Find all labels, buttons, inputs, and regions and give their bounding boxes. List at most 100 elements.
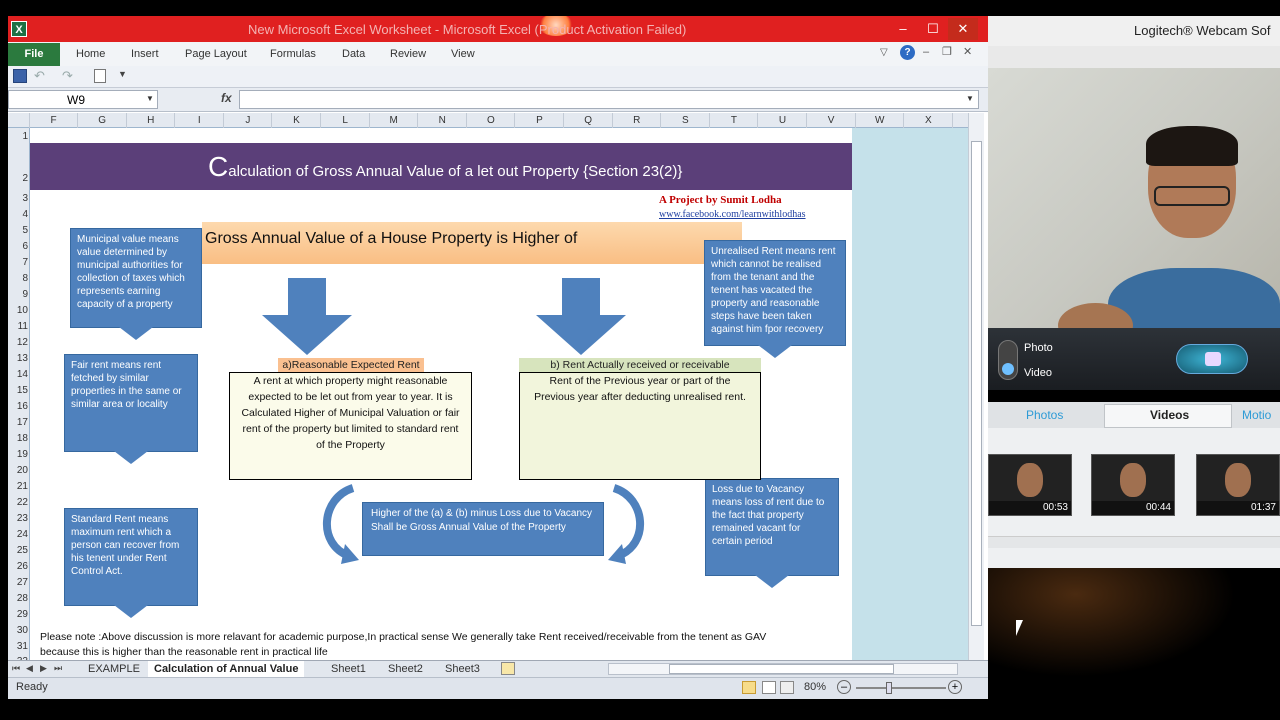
column-header[interactable]: F xyxy=(30,113,78,128)
row-header[interactable]: 27 xyxy=(8,577,28,588)
callout-fair-rent[interactable]: Fair rent means rent fetched by similar … xyxy=(64,354,198,464)
worksheet-grid[interactable]: Calculation of Gross Annual Value of a l… xyxy=(30,128,968,660)
column-header[interactable]: O xyxy=(467,113,516,128)
row-header[interactable]: 11 xyxy=(8,321,28,332)
curved-arrow-right[interactable] xyxy=(606,484,652,566)
tab-file[interactable]: File xyxy=(8,43,60,66)
photo-video-toggle[interactable] xyxy=(998,340,1018,380)
column-header[interactable]: M xyxy=(370,113,419,128)
row-header[interactable]: 30 xyxy=(8,625,28,636)
thumbnail-scrollbar[interactable] xyxy=(988,536,1280,548)
zoom-level[interactable]: 80% xyxy=(804,681,826,693)
row-header[interactable]: 8 xyxy=(8,273,28,284)
row-header[interactable]: 16 xyxy=(8,401,28,412)
row-header[interactable]: 14 xyxy=(8,369,28,380)
column-header[interactable]: L xyxy=(322,113,370,128)
tab-videos[interactable]: Videos xyxy=(1150,408,1189,422)
tab-view[interactable]: View xyxy=(451,48,475,60)
row-header[interactable]: 2 xyxy=(8,173,28,184)
insert-function-icon[interactable]: fx xyxy=(221,91,232,105)
print-preview-icon[interactable] xyxy=(94,69,106,83)
name-box[interactable]: W9 xyxy=(8,90,158,109)
normal-view-icon[interactable] xyxy=(742,681,756,694)
ribbon-collapse-icon[interactable]: ▽ xyxy=(880,47,888,58)
tab-home[interactable]: Home xyxy=(76,48,105,60)
video-thumbnail[interactable]: 01:37 xyxy=(1196,454,1280,516)
name-box-dropdown-icon[interactable]: ▼ xyxy=(146,94,154,103)
first-sheet-icon[interactable]: ⏮ xyxy=(12,663,20,674)
row-header[interactable]: 3 xyxy=(8,193,28,204)
gav-result-box[interactable]: Higher of the (a) & (b) minus Loss due t… xyxy=(362,502,604,556)
sheet-tab-sheet3[interactable]: Sheet3 xyxy=(445,661,480,678)
last-sheet-icon[interactable]: ⏭ xyxy=(54,663,62,674)
column-header[interactable]: T xyxy=(710,113,759,128)
video-thumbnail[interactable]: 00:53 xyxy=(988,454,1072,516)
column-header[interactable]: S xyxy=(662,113,710,128)
row-header[interactable]: 26 xyxy=(8,561,28,572)
zoom-in-icon[interactable]: + xyxy=(948,680,962,694)
expand-formula-bar-icon[interactable]: ▼ xyxy=(966,94,974,103)
row-header[interactable]: 21 xyxy=(8,481,28,492)
row-header[interactable]: 6 xyxy=(8,241,28,252)
workbook-restore-icon[interactable]: ❐ xyxy=(942,45,952,58)
row-header[interactable]: 5 xyxy=(8,225,28,236)
row-header[interactable]: 19 xyxy=(8,449,28,460)
tab-formulas[interactable]: Formulas xyxy=(270,48,316,60)
row-header[interactable]: 4 xyxy=(8,209,28,220)
workbook-minimize-icon[interactable]: – xyxy=(923,46,929,58)
redo-icon[interactable]: ↷ xyxy=(62,68,73,84)
row-header[interactable]: 9 xyxy=(8,289,28,300)
close-button[interactable]: ✕ xyxy=(948,18,978,40)
column-header[interactable]: P xyxy=(516,113,564,128)
row-header[interactable]: 1 xyxy=(8,131,28,142)
row-header[interactable]: 15 xyxy=(8,385,28,396)
column-header[interactable]: K xyxy=(273,113,321,128)
tab-page-layout[interactable]: Page Layout xyxy=(185,48,247,60)
callout-municipal-value[interactable]: Municipal value means value determined b… xyxy=(70,228,202,340)
column-header[interactable]: Q xyxy=(565,113,613,128)
row-header[interactable]: 12 xyxy=(8,337,28,348)
minimize-button[interactable]: – xyxy=(888,18,918,40)
row-header[interactable]: 31 xyxy=(8,641,28,652)
tab-photos[interactable]: Photos xyxy=(1026,408,1063,422)
zoom-slider[interactable] xyxy=(856,682,946,694)
row-header[interactable]: 10 xyxy=(8,305,28,316)
vertical-scrollbar[interactable] xyxy=(968,113,984,660)
column-header[interactable]: W xyxy=(856,113,905,128)
help-icon[interactable]: ? xyxy=(900,45,915,60)
column-header[interactable]: G xyxy=(79,113,127,128)
row-header[interactable]: 22 xyxy=(8,497,28,508)
sheet-tab-sheet1[interactable]: Sheet1 xyxy=(331,661,366,678)
workbook-close-icon[interactable]: ✕ xyxy=(963,45,972,58)
zoom-out-icon[interactable]: – xyxy=(837,680,851,694)
callout-unrealised-rent[interactable]: Unrealised Rent means rent which cannot … xyxy=(704,240,846,358)
video-thumbnail[interactable]: 00:44 xyxy=(1091,454,1175,516)
column-header[interactable]: J xyxy=(224,113,273,128)
row-header[interactable]: 29 xyxy=(8,609,28,620)
down-arrow-b[interactable] xyxy=(536,278,626,355)
tab-motion[interactable]: Motio xyxy=(1242,408,1271,422)
zoom-slider-handle[interactable] xyxy=(886,682,892,694)
record-video-button[interactable] xyxy=(1176,344,1248,374)
sheet-tab-sheet2[interactable]: Sheet2 xyxy=(388,661,423,678)
page-break-view-icon[interactable] xyxy=(780,681,794,694)
column-header[interactable]: V xyxy=(808,113,856,128)
formula-input[interactable] xyxy=(239,90,979,109)
save-icon[interactable] xyxy=(13,69,27,83)
next-sheet-icon[interactable]: ▶ xyxy=(40,663,47,674)
box-rent-actually-received[interactable]: Rent of the Previous year or part of the… xyxy=(519,372,761,480)
column-header[interactable]: N xyxy=(419,113,467,128)
row-header[interactable]: 20 xyxy=(8,465,28,476)
select-all-corner[interactable] xyxy=(8,113,30,128)
row-header[interactable]: 25 xyxy=(8,545,28,556)
tab-data[interactable]: Data xyxy=(342,48,365,60)
customize-toolbar-icon[interactable]: ▼ xyxy=(118,69,127,79)
column-header[interactable]: R xyxy=(613,113,662,128)
box-reasonable-expected-rent[interactable]: A rent at which property might reasonabl… xyxy=(229,372,472,480)
column-header[interactable]: H xyxy=(127,113,176,128)
row-header[interactable]: 28 xyxy=(8,593,28,604)
mode-photo-label[interactable]: Photo xyxy=(1024,342,1053,354)
maximize-button[interactable]: ☐ xyxy=(918,18,948,40)
vertical-scroll-thumb[interactable] xyxy=(971,141,982,626)
down-arrow-a[interactable] xyxy=(262,278,352,355)
